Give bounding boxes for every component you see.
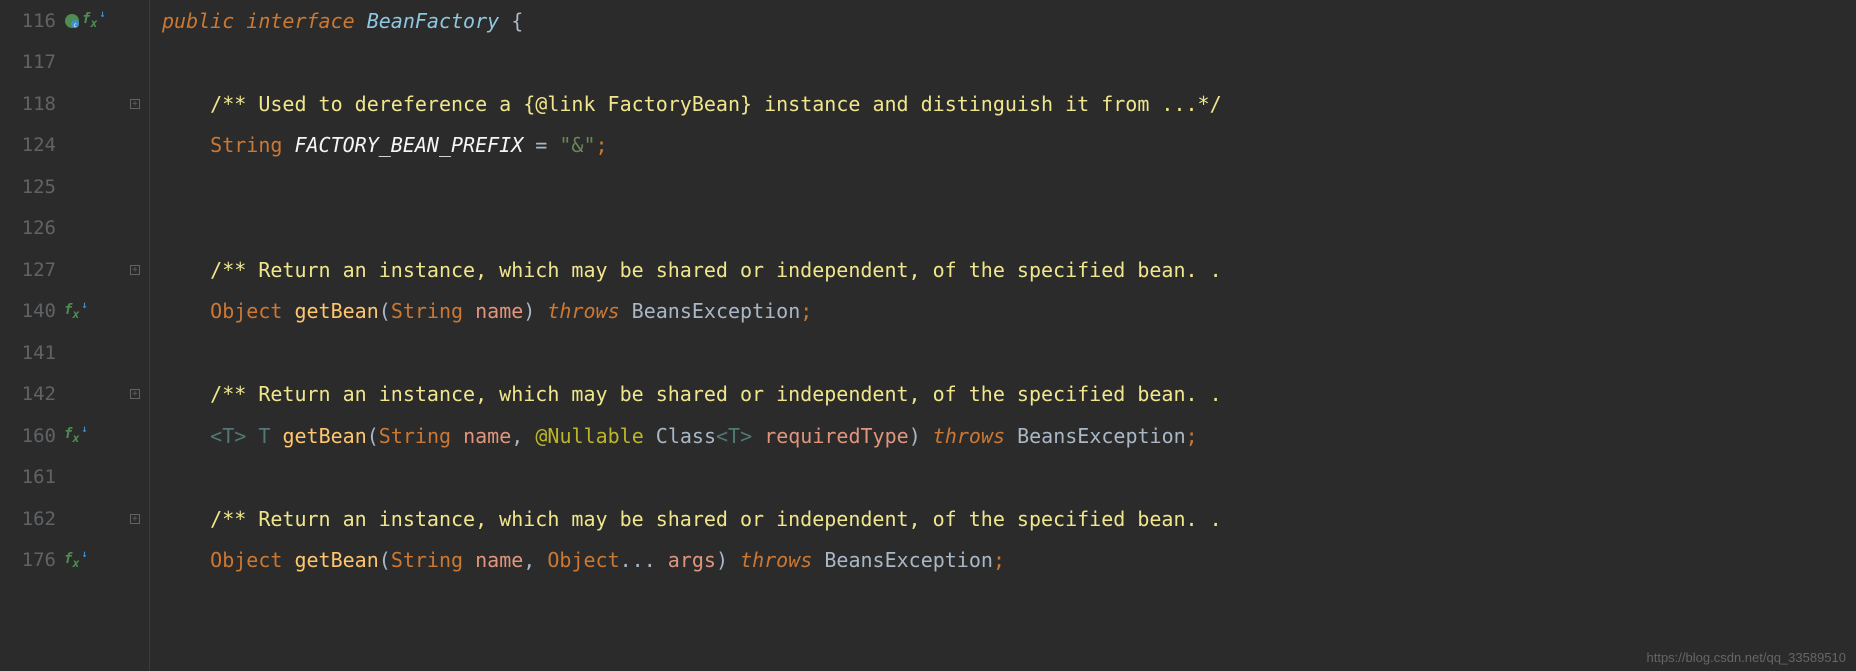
type: String	[391, 299, 463, 323]
line-number: 125	[8, 176, 56, 198]
gutter: 116 c fx 117 118 + 124 125 126 127 + 140…	[0, 0, 150, 671]
code-line: Object getBean(String name, Object... ar…	[162, 540, 1856, 582]
code-line: /** Return an instance, which may be sha…	[162, 374, 1856, 416]
comment: /** Used to dereference a	[210, 92, 523, 116]
comment: instance and distinguish it from ...*/	[752, 92, 1222, 116]
gutter-row: 116 c fx	[0, 0, 149, 42]
gutter-icons: c fx	[64, 11, 97, 30]
type-param: T	[222, 424, 234, 448]
param: requiredType	[764, 424, 909, 448]
comment: /** Return an instance, which may be sha…	[210, 258, 1221, 282]
class-icon[interactable]: c	[64, 13, 80, 29]
code-editor[interactable]: 116 c fx 117 118 + 124 125 126 127 + 140…	[0, 0, 1856, 671]
operator: =	[523, 133, 559, 157]
line-number: 117	[8, 51, 56, 73]
code-line: /** Used to dereference a {@link Factory…	[162, 83, 1856, 125]
type-param: T	[258, 424, 270, 448]
line-number: 141	[8, 342, 56, 364]
watermark: https://blog.csdn.net/qq_33589510	[1647, 650, 1847, 665]
type: String	[210, 133, 282, 157]
brace: {	[499, 9, 523, 33]
keyword-throws: throws	[547, 299, 619, 323]
code-line: public interface BeanFactory {	[162, 0, 1856, 42]
line-number: 142	[8, 383, 56, 405]
implements-icon[interactable]: fx	[64, 426, 79, 445]
param: name	[475, 299, 523, 323]
line-number: 161	[8, 466, 56, 488]
type: Object	[210, 299, 282, 323]
type: BeansException	[632, 299, 801, 323]
fold-expand-icon[interactable]: +	[130, 389, 140, 399]
line-number: 126	[8, 217, 56, 239]
line-number: 116	[8, 10, 56, 32]
fold-expand-icon[interactable]: +	[130, 99, 140, 109]
line-number: 118	[8, 93, 56, 115]
code-line: Object getBean(String name) throws Beans…	[162, 291, 1856, 333]
code-line: /** Return an instance, which may be sha…	[162, 498, 1856, 540]
type: Class	[656, 424, 716, 448]
line-number: 160	[8, 425, 56, 447]
line-number: 127	[8, 259, 56, 281]
code-line	[162, 42, 1856, 84]
comment: /** Return an instance, which may be sha…	[210, 507, 1221, 531]
code-line	[162, 166, 1856, 208]
method: getBean	[294, 299, 378, 323]
method: getBean	[282, 424, 366, 448]
fold-expand-icon[interactable]: +	[130, 514, 140, 524]
semicolon: ;	[596, 133, 608, 157]
code-line	[162, 208, 1856, 250]
code-line	[162, 457, 1856, 499]
implements-icon[interactable]: fx	[82, 11, 97, 30]
line-number: 176	[8, 549, 56, 571]
keyword-interface: interface	[246, 9, 354, 33]
implements-icon[interactable]: fx	[64, 551, 79, 570]
code-area[interactable]: public interface BeanFactory { /** Used …	[150, 0, 1856, 671]
fold-expand-icon[interactable]: +	[130, 265, 140, 275]
param: args	[668, 548, 716, 572]
implements-icon[interactable]: fx	[64, 302, 79, 321]
code-line: <T> T getBean(String name, @Nullable Cla…	[162, 415, 1856, 457]
string: "&"	[559, 133, 595, 157]
comment: /** Return an instance, which may be sha…	[210, 382, 1221, 406]
comment-tag: {@link FactoryBean}	[523, 92, 752, 116]
annotation: @Nullable	[535, 424, 643, 448]
line-number: 162	[8, 508, 56, 530]
keyword-public: public	[162, 9, 234, 33]
code-line	[162, 332, 1856, 374]
constant: FACTORY_BEAN_PREFIX	[294, 133, 523, 157]
type-name: BeanFactory	[367, 9, 499, 33]
svg-text:c: c	[73, 22, 77, 29]
code-line: /** Return an instance, which may be sha…	[162, 249, 1856, 291]
code-line: String FACTORY_BEAN_PREFIX = "&";	[162, 125, 1856, 167]
line-number: 124	[8, 134, 56, 156]
line-number: 140	[8, 300, 56, 322]
